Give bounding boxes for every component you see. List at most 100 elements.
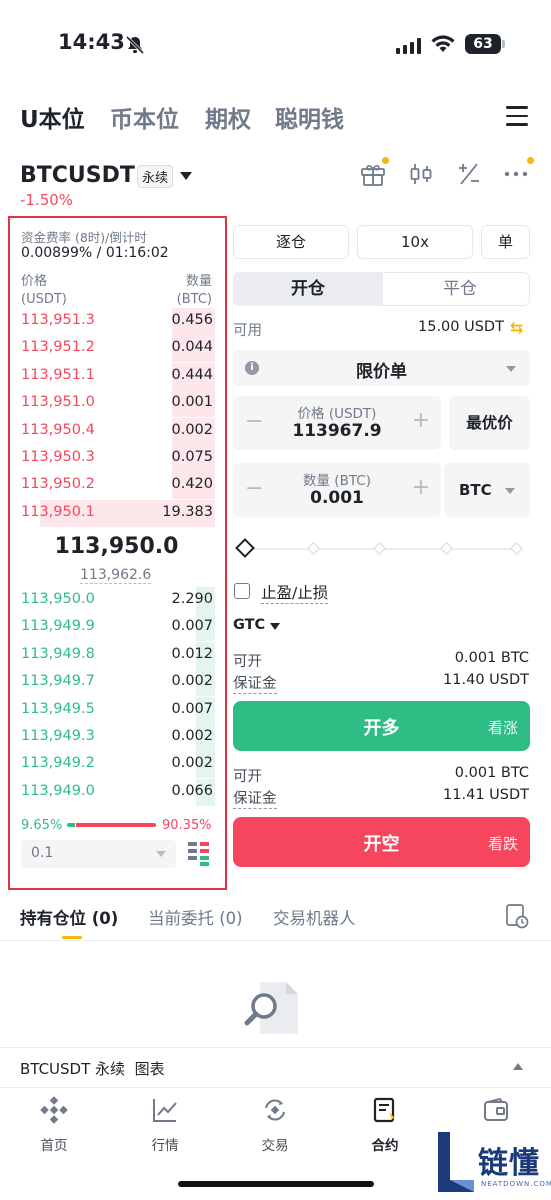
- nav-futures[interactable]: 合约: [345, 1096, 425, 1154]
- mark-price[interactable]: 113,962.6: [80, 567, 152, 584]
- calculator-icon[interactable]: [457, 161, 481, 191]
- bid-row[interactable]: 113,949.2 0.002: [21, 751, 215, 779]
- home-indicator: [178, 1181, 374, 1187]
- symbol-name[interactable]: BTCUSDT: [20, 163, 135, 188]
- tab-open-orders[interactable]: 当前委托 (0): [148, 905, 243, 929]
- bell-muted-icon: [124, 34, 146, 60]
- open-long-button[interactable]: 开多 看涨: [233, 701, 530, 751]
- gift-icon[interactable]: [360, 161, 386, 191]
- slider-step-50[interactable]: [373, 542, 386, 555]
- battery-tip: [502, 40, 505, 48]
- price-header-label: 价格: [21, 274, 48, 289]
- transfer-icon[interactable]: ⇆: [510, 318, 523, 337]
- position-mode-button[interactable]: 单: [481, 225, 530, 259]
- qty-header-unit: (BTC): [176, 292, 212, 307]
- nav-trade[interactable]: 交易: [235, 1096, 315, 1154]
- tpsl-checkbox[interactable]: [234, 583, 250, 599]
- bid-price: 113,949.3: [21, 728, 95, 744]
- slider-step-75[interactable]: [440, 542, 453, 555]
- long-max-open-label: 可开: [233, 654, 262, 670]
- bid-price: 113,949.5: [21, 700, 95, 717]
- battery-indicator: 63: [465, 34, 501, 54]
- nav-wallet[interactable]: [456, 1096, 536, 1128]
- funding-rate-label[interactable]: 资金费率 (8时)/倒计时: [21, 227, 147, 246]
- ask-row[interactable]: 113,950.1 19.383: [21, 499, 215, 527]
- tab-close-position[interactable]: 平仓: [383, 272, 530, 306]
- available-label: 可用: [233, 323, 262, 339]
- chevron-down-icon: [505, 488, 515, 494]
- price-input-value[interactable]: 113967.9: [233, 421, 441, 441]
- tab-positions[interactable]: 持有仓位 (0): [20, 905, 118, 929]
- ask-price: 113,951.3: [21, 312, 95, 328]
- candlestick-icon[interactable]: [409, 161, 433, 191]
- margin-mode-button[interactable]: 逐仓: [233, 225, 349, 259]
- leverage-button[interactable]: 10x: [357, 225, 473, 259]
- tpsl-label[interactable]: 止盈/止损: [261, 581, 329, 604]
- depth-step-select[interactable]: 0.1: [21, 840, 176, 868]
- ask-qty: 0.420: [171, 476, 213, 493]
- bid-row[interactable]: 113,949.5 0.007: [21, 696, 215, 724]
- active-tab-indicator: [62, 936, 82, 939]
- time-in-force-select[interactable]: GTC: [233, 617, 265, 633]
- bid-qty: 2.290: [171, 591, 213, 607]
- long-margin-value: 11.40 USDT: [443, 672, 529, 688]
- bid-qty: 0.012: [171, 645, 213, 662]
- available-value: 15.00 USDT: [418, 319, 504, 335]
- price-change: -1.50%: [20, 191, 74, 209]
- bid-qty: 0.002: [171, 673, 213, 690]
- price-column-header: 价格 (USDT): [21, 273, 67, 309]
- ask-qty: 0.444: [171, 366, 213, 383]
- bid-row[interactable]: 113,949.9 0.007: [21, 614, 215, 642]
- tab-usdm[interactable]: U本位: [20, 100, 85, 134]
- markets-icon: [153, 1099, 177, 1122]
- bid-price: 113,949.0: [21, 782, 95, 799]
- nav-markets[interactable]: 行情: [125, 1096, 205, 1154]
- long-margin-label[interactable]: 保证金: [233, 672, 277, 694]
- short-margin-value: 11.41 USDT: [443, 787, 529, 803]
- price-increment-button[interactable]: +: [412, 408, 430, 433]
- chevron-up-icon[interactable]: [513, 1063, 523, 1070]
- ask-row[interactable]: 113,951.0 0.001: [21, 390, 215, 418]
- bid-price: 113,949.9: [21, 618, 95, 635]
- tab-smart-money[interactable]: 聪明钱: [275, 100, 344, 134]
- nav-home[interactable]: 首页: [14, 1096, 94, 1154]
- tab-coinm[interactable]: 币本位: [110, 100, 179, 134]
- bid-row[interactable]: 113,950.0 2.290: [21, 587, 215, 614]
- qty-increment-button[interactable]: +: [412, 475, 430, 500]
- best-price-button[interactable]: 最优价: [449, 396, 530, 450]
- price-input[interactable]: − 价格 (USDT) 113967.9 +: [233, 396, 441, 450]
- bid-row[interactable]: 113,949.7 0.002: [21, 669, 215, 697]
- ask-row[interactable]: 113,951.1 0.444: [21, 362, 215, 390]
- quantity-input[interactable]: − 数量 (BTC) 0.001 +: [233, 463, 441, 517]
- bid-qty: 0.066: [171, 782, 213, 799]
- ask-row[interactable]: 113,950.2 0.420: [21, 472, 215, 500]
- bid-row[interactable]: 113,949.0 0.066: [21, 778, 215, 806]
- symbol-dropdown-icon[interactable]: [180, 172, 192, 180]
- bid-row[interactable]: 113,949.3 0.002: [21, 724, 215, 751]
- ask-row[interactable]: 113,951.2 0.044: [21, 335, 215, 363]
- tab-open-arrow: [371, 272, 383, 306]
- tab-open-position[interactable]: 开仓: [233, 272, 383, 306]
- book-layout-icon[interactable]: [188, 842, 210, 870]
- bid-price: 113,949.7: [21, 673, 95, 690]
- qty-input-value[interactable]: 0.001: [233, 488, 441, 508]
- status-time: 14:43: [58, 30, 125, 54]
- ask-row[interactable]: 113,950.3 0.075: [21, 445, 215, 472]
- slider-step-100[interactable]: [510, 542, 523, 555]
- short-margin-label[interactable]: 保证金: [233, 787, 277, 809]
- tabs-divider: [0, 940, 551, 941]
- tab-trading-bots[interactable]: 交易机器人: [273, 905, 356, 929]
- quantity-slider-handle[interactable]: [235, 538, 255, 558]
- tab-options[interactable]: 期权: [205, 100, 251, 134]
- more-icon[interactable]: [504, 164, 528, 188]
- bid-price: 113,950.0: [21, 591, 95, 607]
- order-history-icon[interactable]: [505, 903, 529, 933]
- open-short-button[interactable]: 开空 看跌: [233, 817, 530, 867]
- price-header-unit: (USDT): [21, 292, 67, 307]
- slider-step-25[interactable]: [307, 542, 320, 555]
- ask-row[interactable]: 113,951.3 0.456: [21, 308, 215, 335]
- menu-icon[interactable]: [506, 106, 528, 132]
- bid-row[interactable]: 113,949.8 0.012: [21, 641, 215, 669]
- last-price[interactable]: 113,950.0: [20, 534, 213, 559]
- ask-row[interactable]: 113,950.4 0.002: [21, 417, 215, 445]
